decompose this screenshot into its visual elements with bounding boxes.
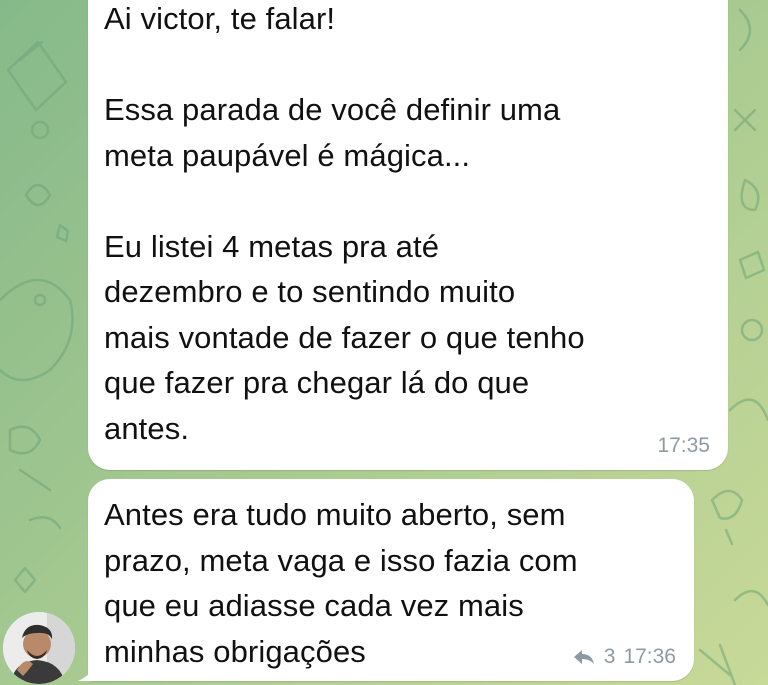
message-time: 17:36	[623, 645, 676, 668]
message-text: Ai victor, te falar! Essa parada de você…	[104, 1, 585, 446]
message-bubble-1[interactable]: Ai victor, te falar! Essa parada de você…	[88, 0, 728, 470]
message-time: 17:35	[657, 434, 710, 457]
message-text: Antes era tudo muito aberto, sem prazo, …	[104, 497, 578, 669]
user-avatar[interactable]	[3, 612, 75, 684]
message-meta: 3 17:36	[572, 645, 676, 669]
bubble-tail	[78, 662, 98, 681]
reply-arrow-icon[interactable]	[572, 648, 596, 666]
message-meta: 17:35	[657, 434, 710, 458]
reply-count: 3	[603, 645, 616, 668]
message-bubble-2[interactable]: Antes era tudo muito aberto, sem prazo, …	[88, 479, 694, 681]
